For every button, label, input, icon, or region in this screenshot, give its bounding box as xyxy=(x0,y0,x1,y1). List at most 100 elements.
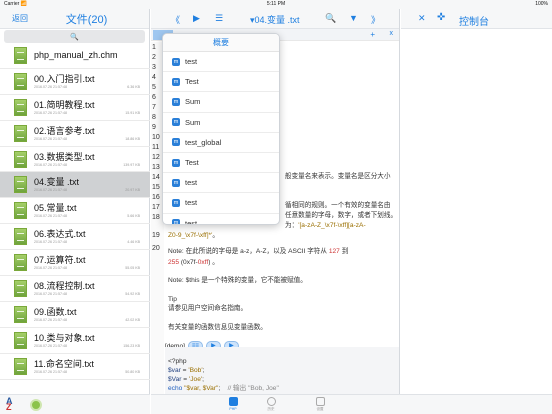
number-literal: 0xff xyxy=(197,259,209,266)
settings-badge-icon[interactable] xyxy=(30,399,42,411)
line-number: 13 xyxy=(152,164,160,171)
tab-label: 设置 xyxy=(316,407,324,411)
gear-icon xyxy=(315,397,325,406)
file-icon xyxy=(14,124,27,142)
file-icon xyxy=(14,150,27,168)
tab-settings[interactable]: 设置 xyxy=(305,397,335,412)
code-line: 任意数量的字母，数字，或者下划线。 xyxy=(285,212,395,219)
sort-az-icon[interactable]: AZ xyxy=(6,397,13,412)
note-text: 。 xyxy=(212,259,219,266)
regex-string: '[a-zA-Z_\x7f-\xff][a-zA- xyxy=(298,222,366,229)
method-icon: m xyxy=(172,77,180,86)
file-item[interactable]: 08.流程控制.txt 2016.07.26 21:57:48 54.92 KB xyxy=(0,276,150,302)
file-item[interactable]: 01.简明教程.txt 2016.07.26 21:57:48 15.91 KB xyxy=(0,95,150,121)
add-tab-button[interactable]: + xyxy=(370,30,375,39)
file-title[interactable]: ▾04.变量 .txt xyxy=(250,13,300,26)
code-text: = xyxy=(181,376,189,383)
tip-heading: Tip xyxy=(168,296,177,303)
file-size: 54.92 KB xyxy=(125,291,140,296)
file-browser-footer: AZ xyxy=(0,394,150,414)
note-line: Note: 在此所说的字母是 a-z，A-Z，以及 ASCII 字符从 127 … xyxy=(168,247,395,256)
note-text: ) xyxy=(208,259,211,266)
code-line: echo "$var, $Var"; // 输出 "Bob, Joe" xyxy=(168,384,395,393)
string-literal: 'Joe' xyxy=(188,376,203,383)
line-number: 3 xyxy=(152,64,156,71)
outline-item[interactable]: m Test xyxy=(163,72,279,93)
file-size: 18.86 KB xyxy=(125,136,140,141)
outline-item[interactable]: m Test xyxy=(163,153,279,174)
file-name: 06.表达式.txt xyxy=(34,229,86,240)
file-size: 15.91 KB xyxy=(125,110,140,115)
outline-item-label: Test xyxy=(185,77,199,87)
outline-item[interactable]: m Sum xyxy=(163,113,279,133)
file-icon xyxy=(14,305,27,323)
line-number: 5 xyxy=(152,84,156,91)
search-icon[interactable]: 🔍 xyxy=(325,13,336,24)
file-item[interactable]: 07.运算符.txt 2016.07.26 21:57:48 55.05 KB xyxy=(0,250,150,277)
file-icon xyxy=(14,228,27,246)
file-name: 09.函数.txt xyxy=(34,306,77,317)
back-button[interactable]: 返回 xyxy=(0,13,40,24)
file-item[interactable]: 03.数据类型.txt 2016.07.26 21:57:48 139.97 KB xyxy=(0,147,150,173)
next-file-button[interactable]: 》 xyxy=(371,13,380,26)
prev-file-button[interactable]: 《 xyxy=(171,13,180,26)
file-icon xyxy=(14,46,27,64)
method-icon: m xyxy=(172,219,180,224)
tab-php[interactable]: PHP xyxy=(218,397,248,411)
outline-item[interactable]: m test xyxy=(163,173,279,194)
line-number: 4 xyxy=(152,74,156,81)
outline-item[interactable]: m Sum xyxy=(163,92,279,113)
file-item[interactable]: 09.函数.txt 2016.07.26 21:57:48 42.02 KB xyxy=(0,302,150,328)
file-item-manual[interactable]: php_manual_zh.chm xyxy=(0,43,150,69)
bottom-tab-bar: PHP 历史 设置 xyxy=(151,394,552,414)
file-item[interactable]: 05.常量.txt 2016.07.26 21:57:48 5.66 KB xyxy=(0,198,150,225)
line-number: 18 xyxy=(152,214,160,221)
status-bar: Carrier 📶 5:11 PM 100% xyxy=(0,0,552,9)
method-icon: m xyxy=(172,138,180,147)
file-size: 42.02 KB xyxy=(125,317,140,322)
keyword: echo xyxy=(168,385,183,392)
outline-item-label: test xyxy=(185,198,198,208)
file-name: 01.简明教程.txt xyxy=(34,99,95,110)
line-number: 11 xyxy=(152,144,160,151)
outline-item[interactable]: m test xyxy=(163,214,279,225)
outline-item[interactable]: m test xyxy=(163,193,279,214)
file-size: 50.80 KB xyxy=(125,369,140,374)
code-line: 般变量名来表示。变量名是区分大小 xyxy=(285,173,391,180)
chevron-down-icon[interactable]: ▼ xyxy=(349,13,358,23)
editor-toolbar: 《 ▶ ☰ ▾04.变量 .txt 🔍 ▼ 》 xyxy=(151,9,399,29)
file-icon xyxy=(14,176,27,194)
outline-item-label: test xyxy=(185,178,198,188)
file-browser-pane: 返回 文件(20) 🔍 php_manual_zh.chm 00.入门指引.tx… xyxy=(0,9,150,414)
file-browser-title: 文件(20) xyxy=(65,13,108,26)
search-input[interactable]: 🔍 xyxy=(4,30,145,43)
move-icon[interactable]: ✜ xyxy=(437,12,445,23)
file-icon xyxy=(14,72,27,90)
code-text: ; xyxy=(202,376,204,383)
file-icon xyxy=(14,98,27,116)
outline-menu-icon[interactable]: ☰ xyxy=(215,13,223,24)
file-item[interactable]: 06.表达式.txt 2016.07.26 21:57:48 4.46 KB xyxy=(0,224,150,251)
file-item[interactable]: 11.命名空间.txt 2016.07.26 21:57:48 50.80 KB xyxy=(0,354,150,380)
file-list: php_manual_zh.chm 00.入门指引.txt 2016.07.26 … xyxy=(0,43,150,380)
file-item[interactable]: 00.入门指引.txt 2016.07.26 21:57:48 6.36 KB xyxy=(0,69,150,95)
info-line: 有关变量的函数信息见变量函数。 xyxy=(168,324,267,331)
outline-item[interactable]: m test_global xyxy=(163,133,279,153)
line-number: 17 xyxy=(152,204,160,211)
close-icon[interactable]: ✕ xyxy=(418,13,426,24)
file-item[interactable]: 10.类与对象.txt 2016.07.26 21:57:48 156.23 KB xyxy=(0,328,150,354)
tab-history[interactable]: 历史 xyxy=(256,397,286,412)
tip-line: 请参见用户空间命名指南。 xyxy=(168,305,248,312)
php-icon xyxy=(228,397,238,406)
close-tab-button[interactable]: x xyxy=(390,30,394,37)
file-size: 55.05 KB xyxy=(125,266,140,271)
outline-item[interactable]: m test xyxy=(163,52,279,73)
code-line: $var = 'Bob'; xyxy=(168,366,395,375)
outline-item-label: test xyxy=(185,218,198,225)
outline-title: 概要 xyxy=(163,34,279,52)
line-number: 10 xyxy=(152,134,160,141)
file-item-selected[interactable]: 04.变量 .txt 2016.07.26 21:57:48 20.97 KB xyxy=(0,172,150,199)
file-item[interactable]: 02.语言参考.txt 2016.07.26 21:57:48 18.86 KB xyxy=(0,121,150,147)
play-icon[interactable]: ▶ xyxy=(193,13,200,24)
code-comment: // 输出 "Bob, Joe" xyxy=(227,385,279,392)
